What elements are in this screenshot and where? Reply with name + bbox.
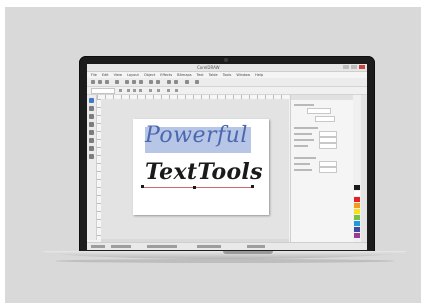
laptop-screen: CorelDRAW File Edit View Layout Object E… [87, 64, 367, 250]
camera-icon [224, 58, 228, 62]
color-swatch[interactable] [354, 215, 360, 220]
object-properties-docker [290, 95, 353, 242]
docker-label [294, 157, 316, 159]
cut-icon[interactable] [125, 80, 129, 84]
docker-header [291, 95, 353, 100]
color-swatch[interactable] [354, 221, 360, 226]
standard-toolbar [87, 78, 367, 87]
docker-label [294, 127, 318, 129]
docker-field[interactable] [307, 108, 331, 114]
snap-icon[interactable] [195, 80, 199, 84]
docker-field[interactable] [315, 116, 335, 122]
artistic-text-line-1[interactable]: Powerful [145, 123, 248, 148]
artistic-text-line-2[interactable]: TextTools [145, 159, 263, 185]
freehand-icon[interactable] [89, 122, 94, 127]
docker-field[interactable] [319, 167, 337, 173]
selection-handle[interactable] [193, 186, 196, 189]
color-swatch[interactable] [354, 191, 360, 196]
undo-icon[interactable] [149, 80, 153, 84]
color-swatch[interactable] [354, 227, 360, 232]
color-swatch[interactable] [354, 209, 360, 214]
color-swatch[interactable] [354, 197, 360, 202]
docker-label [294, 139, 314, 141]
rectangle-icon[interactable] [89, 130, 94, 135]
color-palette [353, 95, 361, 242]
toolbox [87, 95, 97, 240]
align-icon[interactable] [149, 89, 152, 92]
color-swatch[interactable] [354, 233, 360, 238]
document-page[interactable]: Powerful TextTools [133, 119, 269, 215]
selection-handle[interactable] [251, 185, 254, 188]
docker-label [294, 104, 314, 106]
underline-icon[interactable] [139, 89, 142, 92]
status-indicator [111, 245, 131, 248]
color-swatch[interactable] [354, 203, 360, 208]
laptop-notch [223, 251, 273, 254]
new-document-icon[interactable] [91, 80, 95, 84]
docker-label [294, 163, 310, 165]
minimize-button[interactable] [343, 65, 349, 69]
copy-icon[interactable] [132, 80, 136, 84]
import-icon[interactable] [167, 80, 171, 84]
selection-handle[interactable] [141, 185, 144, 188]
laptop-base [43, 251, 407, 259]
bold-icon[interactable] [127, 89, 130, 92]
status-indicator [247, 245, 265, 248]
docker-tabs[interactable] [361, 95, 367, 242]
open-icon[interactable] [98, 80, 102, 84]
color-swatch[interactable] [354, 185, 360, 190]
window-controls [343, 65, 365, 69]
window-title: CorelDRAW [197, 65, 220, 70]
property-bar [87, 87, 367, 95]
laptop-shadow [55, 259, 395, 263]
laptop-lid: CorelDRAW File Edit View Layout Object E… [79, 56, 375, 252]
print-icon[interactable] [115, 80, 119, 84]
text-edit-icon[interactable] [175, 89, 178, 92]
paste-icon[interactable] [139, 80, 143, 84]
drawing-canvas[interactable]: Powerful TextTools [101, 99, 289, 239]
title-bar: CorelDRAW [87, 64, 367, 72]
docker-label [294, 133, 312, 135]
font-list-field[interactable] [91, 88, 115, 94]
export-icon[interactable] [174, 80, 178, 84]
ellipse-icon[interactable] [89, 138, 94, 143]
pointer-icon[interactable] [89, 98, 94, 103]
status-indicator [147, 245, 177, 248]
redo-icon[interactable] [156, 80, 160, 84]
font-size-icon[interactable] [119, 89, 122, 92]
fill-icon[interactable] [89, 154, 94, 159]
bullet-icon[interactable] [157, 89, 160, 92]
character-format-icon[interactable] [167, 89, 170, 92]
italic-icon[interactable] [133, 89, 136, 92]
shape-icon[interactable] [89, 106, 94, 111]
save-icon[interactable] [105, 80, 109, 84]
close-button[interactable] [359, 65, 365, 69]
status-indicator [197, 245, 221, 248]
docker-field[interactable] [319, 143, 337, 149]
maximize-button[interactable] [351, 65, 357, 69]
zoom-icon[interactable] [89, 114, 94, 119]
docker-label [294, 169, 312, 171]
status-indicator [91, 245, 105, 248]
docker-label [294, 145, 308, 147]
text-icon[interactable] [89, 146, 94, 151]
status-bar [87, 242, 367, 250]
background-panel: CorelDRAW File Edit View Layout Object E… [5, 7, 421, 303]
zoom-level-icon[interactable] [185, 80, 189, 84]
text-baseline [143, 187, 253, 188]
